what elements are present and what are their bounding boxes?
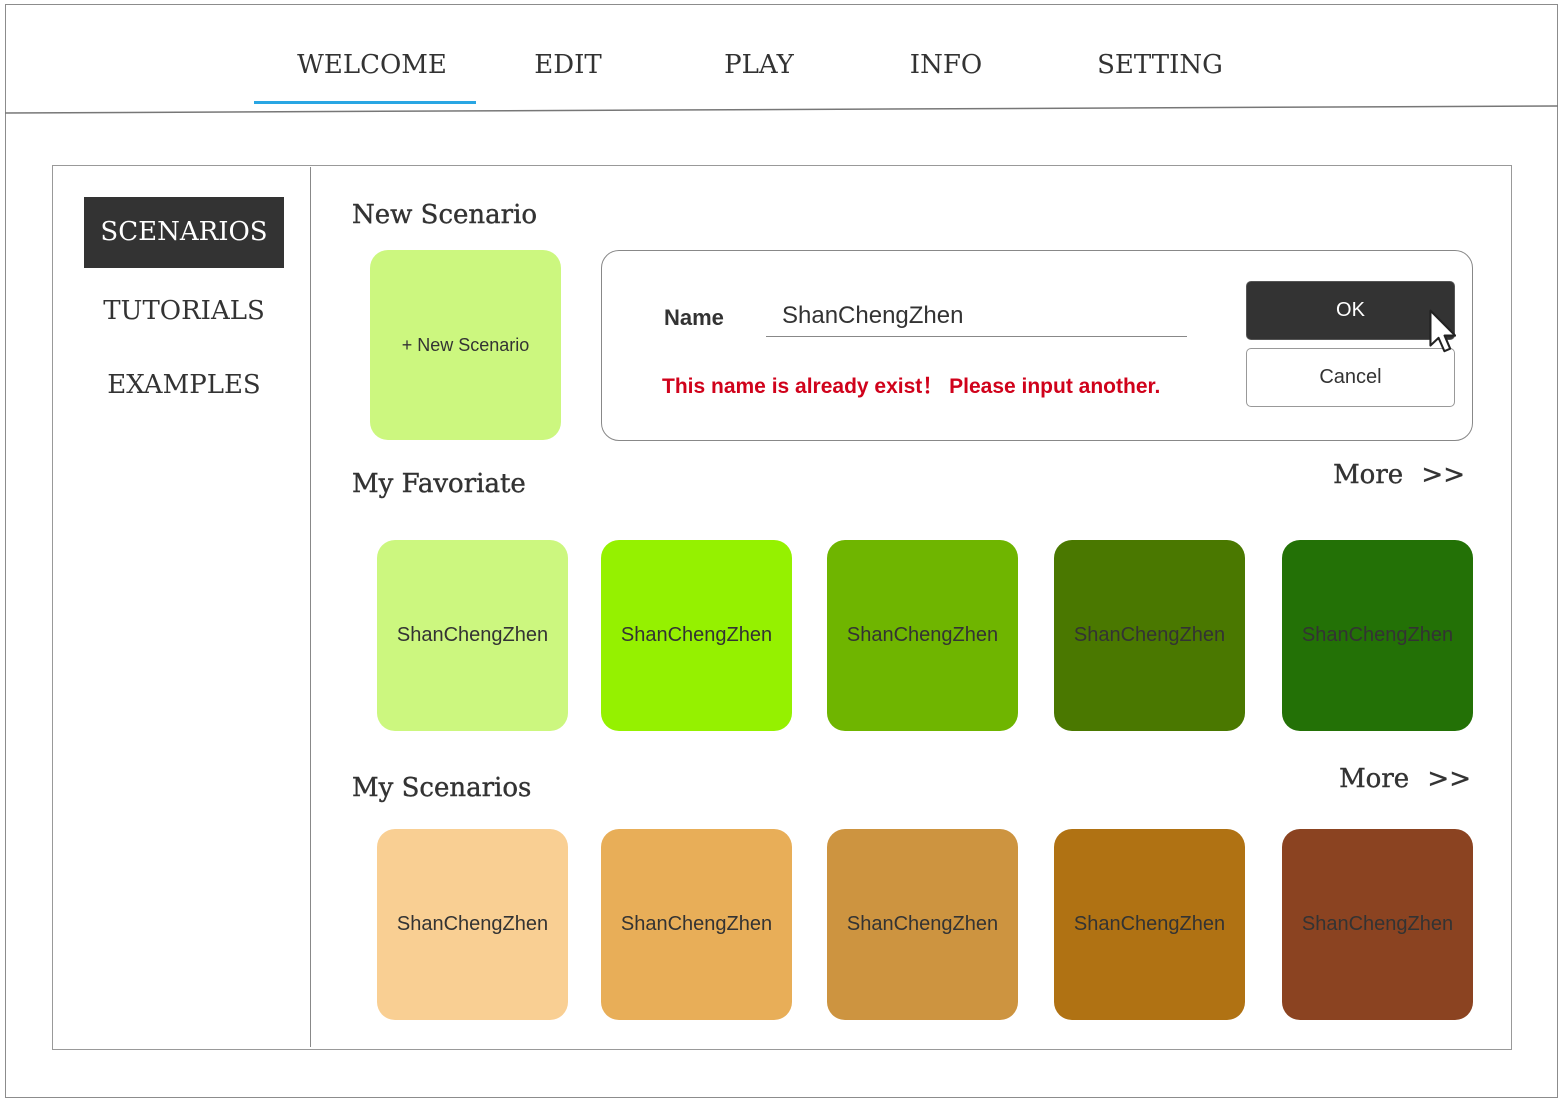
favorite-more-link[interactable]: More >> (1285, 458, 1465, 492)
my-scenarios-more-link[interactable]: More >> (1291, 762, 1471, 796)
favorite-tile[interactable]: ShanChengZhen (827, 540, 1018, 731)
favorite-tile[interactable]: ShanChengZhen (377, 540, 568, 731)
tab-info[interactable]: INFO (846, 46, 1046, 84)
favorite-tile[interactable]: ShanChengZhen (1282, 540, 1473, 731)
ok-button[interactable]: OK (1246, 281, 1455, 340)
name-label: Name (664, 305, 724, 330)
active-tab-indicator (254, 101, 476, 104)
new-scenario-tile[interactable]: + New Scenario (370, 250, 561, 440)
cancel-button[interactable]: Cancel (1246, 348, 1455, 407)
scenario-tile[interactable]: ShanChengZhen (1282, 829, 1473, 1020)
favorite-tile[interactable]: ShanChengZhen (601, 540, 792, 731)
favorite-tile[interactable]: ShanChengZhen (1054, 540, 1245, 731)
sidebar-divider (310, 167, 311, 1047)
tab-play[interactable]: PLAY (659, 46, 859, 84)
sidebar-item-tutorials[interactable]: TUTORIALS (84, 286, 284, 336)
tab-setting[interactable]: SETTING (1060, 46, 1260, 84)
scenario-tile[interactable]: ShanChengZhen (827, 829, 1018, 1020)
new-scenario-heading: New Scenario (352, 200, 538, 230)
favorite-heading: My Favoriate (352, 469, 526, 499)
tab-welcome[interactable]: WELCOME (272, 46, 472, 84)
new-scenario-dialog: Name This name is already exist！ Please … (601, 250, 1473, 441)
sidebar-item-examples[interactable]: EXAMPLES (84, 360, 284, 410)
error-message: This name is already exist！ Please input… (662, 375, 1161, 398)
sidebar-item-scenarios[interactable]: SCENARIOS (84, 197, 284, 268)
scenario-tile[interactable]: ShanChengZhen (377, 829, 568, 1020)
name-input[interactable] (766, 295, 1187, 337)
my-scenarios-heading: My Scenarios (352, 773, 532, 803)
tab-edit[interactable]: EDIT (468, 46, 668, 84)
scenario-tile[interactable]: ShanChengZhen (601, 829, 792, 1020)
scenario-tile[interactable]: ShanChengZhen (1054, 829, 1245, 1020)
